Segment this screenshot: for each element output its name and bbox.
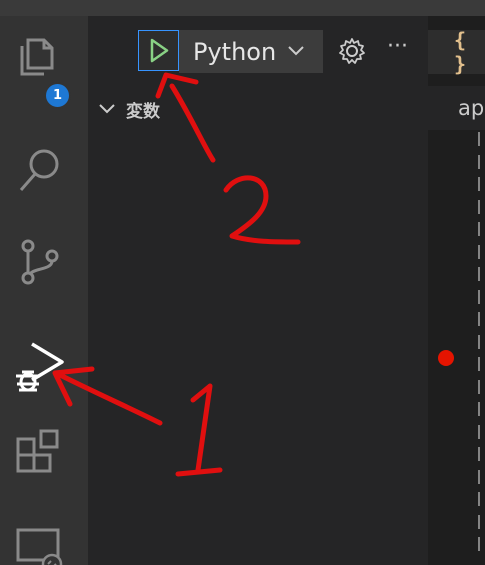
line-number [478, 222, 480, 236]
editor-tab-file[interactable]: ap [428, 86, 485, 130]
line-number [478, 177, 480, 191]
line-number [478, 469, 480, 484]
line-number [478, 492, 480, 506]
line-number [478, 154, 480, 169]
line-number [478, 132, 480, 146]
explorer-icon [20, 38, 54, 76]
explorer-badge: 1 [44, 82, 71, 109]
editor-tab-label: ap [458, 96, 485, 120]
editor-tab-json[interactable]: { } [428, 28, 485, 76]
line-number [478, 312, 480, 326]
debug-configuration-select[interactable]: Python [179, 30, 323, 73]
line-number [478, 447, 480, 461]
line-number [478, 514, 480, 529]
gear-icon[interactable] [338, 37, 366, 65]
line-number [478, 379, 480, 394]
vscode-window: 1 Python ··· 変数 {} ap [0, 0, 485, 565]
line-number [478, 424, 480, 439]
line-number [478, 289, 480, 304]
line-number [478, 537, 480, 551]
variables-section-title: 変数 [126, 101, 160, 122]
line-number [478, 334, 480, 349]
run-debug-icon [16, 342, 64, 392]
activity-remote-explorer[interactable] [0, 506, 88, 565]
play-icon [150, 38, 169, 63]
line-number [478, 244, 480, 259]
chevron-down-icon [288, 46, 304, 56]
chevron-down-icon [99, 104, 115, 114]
source-control-icon [21, 239, 59, 285]
activity-source-control[interactable] [0, 216, 88, 296]
debug-configuration-label: Python [193, 37, 277, 66]
line-number [478, 402, 480, 416]
line-number [478, 267, 480, 281]
more-actions-button[interactable]: ··· [387, 36, 417, 66]
search-icon [19, 149, 59, 191]
activity-bar: 1 [0, 16, 88, 565]
start-debugging-button[interactable] [138, 30, 179, 71]
editor-gutter [428, 130, 485, 565]
breakpoint-marker[interactable] [438, 350, 454, 366]
remote-explorer-icon [16, 528, 63, 565]
variables-section-header[interactable]: 変数 [96, 96, 160, 122]
activity-search[interactable] [0, 128, 88, 208]
line-number [478, 357, 480, 371]
extensions-icon [16, 429, 59, 473]
activity-run-debug[interactable] [0, 316, 88, 396]
activity-extensions[interactable] [0, 411, 88, 491]
json-file-icon: { } [454, 28, 467, 76]
title-bar-strip [0, 0, 485, 16]
line-number [478, 199, 480, 214]
activity-explorer[interactable]: 1 [0, 16, 88, 109]
